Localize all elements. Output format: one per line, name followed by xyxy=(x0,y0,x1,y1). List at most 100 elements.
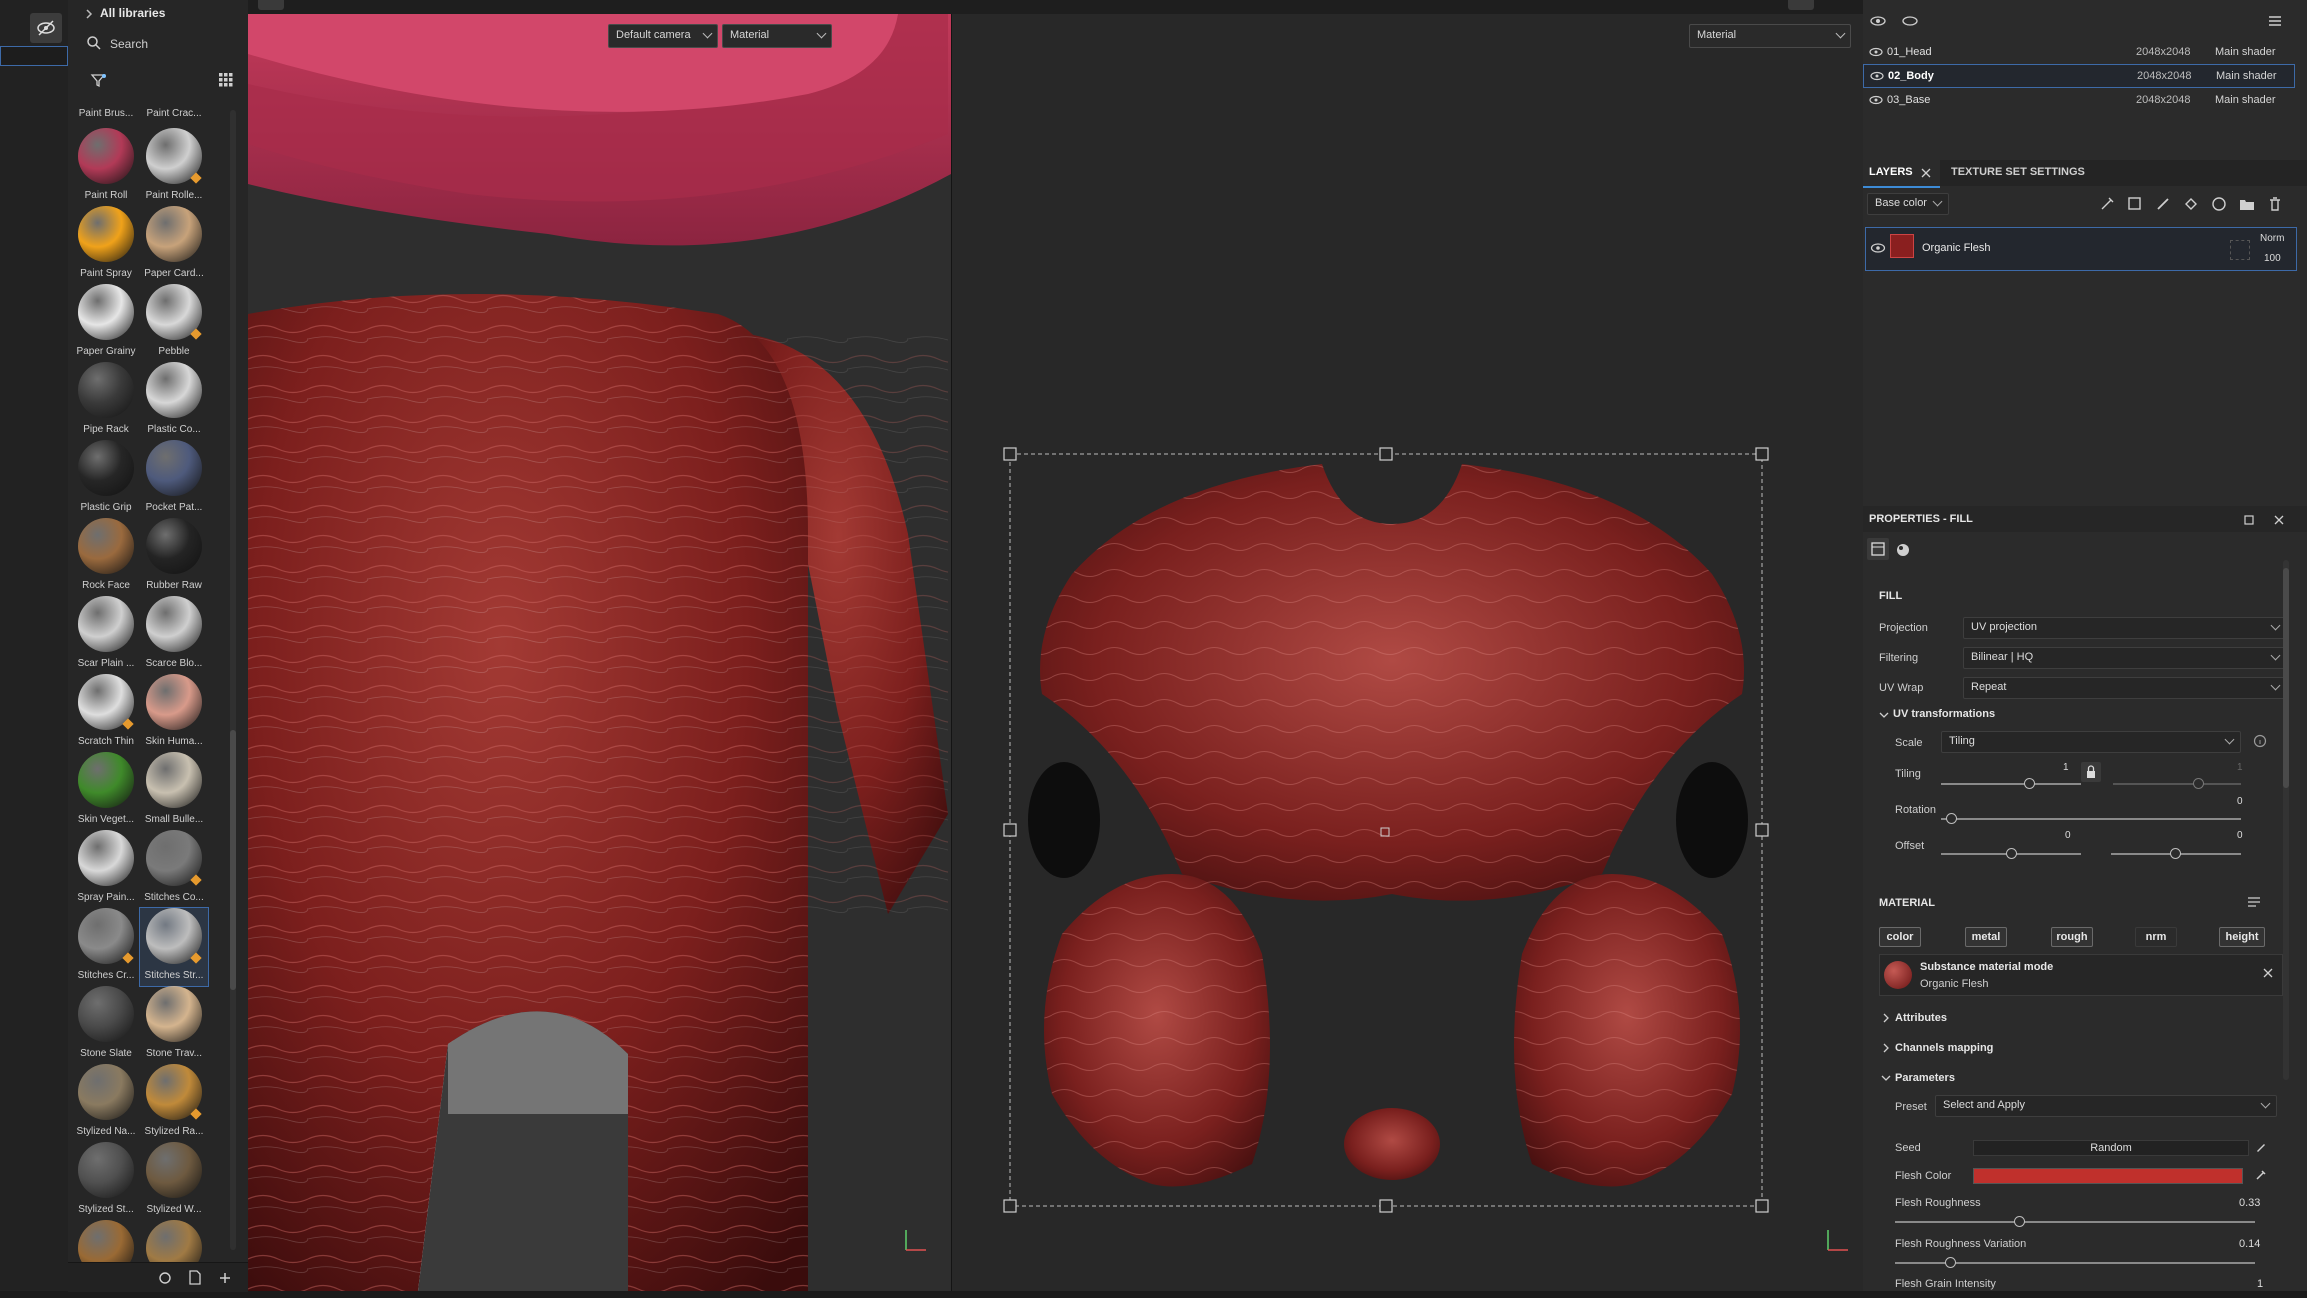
tiling-slider-handle[interactable] xyxy=(2024,778,2035,789)
chevron-down-icon[interactable] xyxy=(1881,1073,1891,1083)
channel-rough-toggle[interactable]: rough xyxy=(2051,927,2093,947)
asset-tile[interactable]: Scar Plain ... xyxy=(72,596,140,674)
info-icon[interactable] xyxy=(2253,734,2267,748)
properties-tab-fill[interactable] xyxy=(1867,538,1889,560)
asset-tile[interactable]: Small Bulle... xyxy=(140,752,208,830)
flesh-roughness-variation-value[interactable]: 0.14 xyxy=(2239,1238,2260,1250)
asset-tile[interactable]: Skin Huma... xyxy=(140,674,208,752)
add-mask-icon[interactable] xyxy=(2127,196,2143,212)
asset-tile[interactable]: Paper Grainy xyxy=(72,284,140,362)
menu-icon[interactable] xyxy=(2267,14,2283,28)
viewport3d-mode-dropdown[interactable]: Material xyxy=(722,24,832,48)
asset-tile[interactable]: Pebble xyxy=(140,284,208,362)
tab-layers[interactable]: LAYERS xyxy=(1863,160,1940,188)
flesh-roughness-slider-handle[interactable] xyxy=(2014,1216,2025,1227)
toolbar-button[interactable] xyxy=(1788,0,1814,10)
asset-tile[interactable]: Paper Card... xyxy=(140,206,208,284)
asset-tile[interactable]: Rubber Raw xyxy=(140,518,208,596)
channel-dropdown[interactable]: Base color xyxy=(1867,193,1949,215)
eye-icon[interactable] xyxy=(1869,95,1883,105)
filtering-dropdown[interactable]: Bilinear | HQ xyxy=(1963,647,2287,669)
asset-tile[interactable]: Stone Slate xyxy=(72,986,140,1064)
flesh-roughness-slider[interactable] xyxy=(1895,1221,2255,1223)
attributes-header[interactable]: Attributes xyxy=(1895,1012,1947,1024)
filter-icon[interactable] xyxy=(90,72,108,90)
properties-scrollbar[interactable] xyxy=(2283,560,2289,1080)
search-input[interactable]: Search xyxy=(78,32,238,58)
uvwrap-dropdown[interactable]: Repeat xyxy=(1963,677,2287,699)
eye-icon[interactable] xyxy=(1869,14,1887,28)
library-breadcrumb[interactable]: All libraries xyxy=(68,0,248,28)
close-icon[interactable] xyxy=(2273,514,2285,526)
paint-layer-icon[interactable] xyxy=(2155,196,2171,212)
offset-x-value[interactable]: 0 xyxy=(2065,830,2071,841)
asset-tile[interactable]: Paint Rolle... xyxy=(140,128,208,206)
asset-tile[interactable]: Plastic Grip xyxy=(72,440,140,518)
grid-view-icon[interactable] xyxy=(218,72,234,88)
folder-icon[interactable] xyxy=(2239,196,2255,212)
tab-texture-set-settings[interactable]: TEXTURE SET SETTINGS xyxy=(1945,160,2135,186)
chevron-down-icon[interactable] xyxy=(1879,710,1889,720)
eye-outline-icon[interactable] xyxy=(1901,14,1919,28)
chevron-right-icon[interactable] xyxy=(1881,1043,1891,1053)
blend-mode[interactable]: Norm xyxy=(2260,233,2284,244)
scale-dropdown[interactable]: Tiling xyxy=(1941,731,2241,753)
channel-metal-toggle[interactable]: metal xyxy=(1965,927,2007,947)
asset-tile[interactable]: Paint Spray xyxy=(72,206,140,284)
parameters-header[interactable]: Parameters xyxy=(1895,1072,1955,1084)
close-icon[interactable] xyxy=(2262,967,2274,979)
asset-tile[interactable]: Stitches Co... xyxy=(140,830,208,908)
layer-mask-slot[interactable] xyxy=(2230,240,2250,260)
fill-layer-icon[interactable] xyxy=(2183,196,2199,212)
visibility-toggle-button[interactable] xyxy=(30,13,62,43)
rotation-slider-handle[interactable] xyxy=(1946,813,1957,824)
projection-dropdown[interactable]: UV projection xyxy=(1963,617,2287,639)
offset-x-slider-handle[interactable] xyxy=(2006,848,2017,859)
add-effect-icon[interactable] xyxy=(2099,196,2115,212)
asset-tile[interactable]: Pipe Rack xyxy=(72,362,140,440)
channel-color-toggle[interactable]: color xyxy=(1879,927,1921,947)
uv-transformations-header[interactable]: UV transformations xyxy=(1893,708,1995,720)
chevron-right-icon[interactable] xyxy=(1881,1013,1891,1023)
seed-random-button[interactable]: Random xyxy=(1973,1140,2249,1156)
tiling-value[interactable]: 1 xyxy=(2063,762,2069,773)
flesh-grain-intensity-value[interactable]: 1 xyxy=(2257,1278,2263,1290)
shelf-scrollbar[interactable] xyxy=(230,110,236,1250)
asset-tile[interactable]: Plastic Co... xyxy=(140,362,208,440)
asset-tile[interactable]: Paint Roll xyxy=(72,128,140,206)
eye-icon[interactable] xyxy=(1870,242,1886,254)
viewport-3d[interactable]: Default camera Material xyxy=(248,14,951,1291)
preset-dropdown[interactable]: Select and Apply xyxy=(1935,1095,2277,1117)
offset-y-slider-handle[interactable] xyxy=(2170,848,2181,859)
asset-tile[interactable]: Stone Trav... xyxy=(140,986,208,1064)
list-icon[interactable] xyxy=(2247,896,2261,908)
channels-mapping-header[interactable]: Channels mapping xyxy=(1895,1042,1993,1054)
texture-set-shader[interactable]: Main shader xyxy=(2216,70,2277,82)
new-file-icon[interactable] xyxy=(188,1270,202,1286)
flesh-color-swatch[interactable] xyxy=(1973,1168,2243,1184)
channel-height-toggle[interactable]: height xyxy=(2219,927,2265,947)
material-properties-icon[interactable] xyxy=(1895,542,1911,558)
eye-icon[interactable] xyxy=(1870,71,1884,81)
refresh-icon[interactable] xyxy=(158,1271,172,1285)
asset-tile[interactable]: Rock Face xyxy=(72,518,140,596)
left-input-field[interactable] xyxy=(0,46,68,66)
flesh-roughness-value[interactable]: 0.33 xyxy=(2239,1197,2260,1209)
tiling-value-v[interactable]: 1 xyxy=(2237,762,2243,773)
channel-nrm-toggle[interactable]: nrm xyxy=(2135,927,2177,947)
smart-material-icon[interactable] xyxy=(2211,196,2227,212)
texture-set-shader[interactable]: Main shader xyxy=(2215,46,2276,58)
asset-tile[interactable]: Skin Veget... xyxy=(72,752,140,830)
edit-icon[interactable] xyxy=(2255,1141,2267,1153)
asset-tile[interactable]: Spray Pain... xyxy=(72,830,140,908)
popout-icon[interactable] xyxy=(2243,514,2255,526)
layer-row[interactable]: Organic Flesh Norm 100 xyxy=(1865,227,2297,271)
delete-icon[interactable] xyxy=(2267,196,2283,212)
rotation-slider[interactable] xyxy=(1941,818,2241,820)
texture-set-row[interactable]: 02_Body 2048x2048 Main shader xyxy=(1863,64,2295,88)
tiling-v-slider-handle[interactable] xyxy=(2193,778,2204,789)
offset-y-value[interactable]: 0 xyxy=(2237,830,2243,841)
close-icon[interactable] xyxy=(1921,168,1931,178)
toolbar-button[interactable] xyxy=(258,0,284,10)
tiling-v-slider[interactable] xyxy=(2113,783,2241,785)
